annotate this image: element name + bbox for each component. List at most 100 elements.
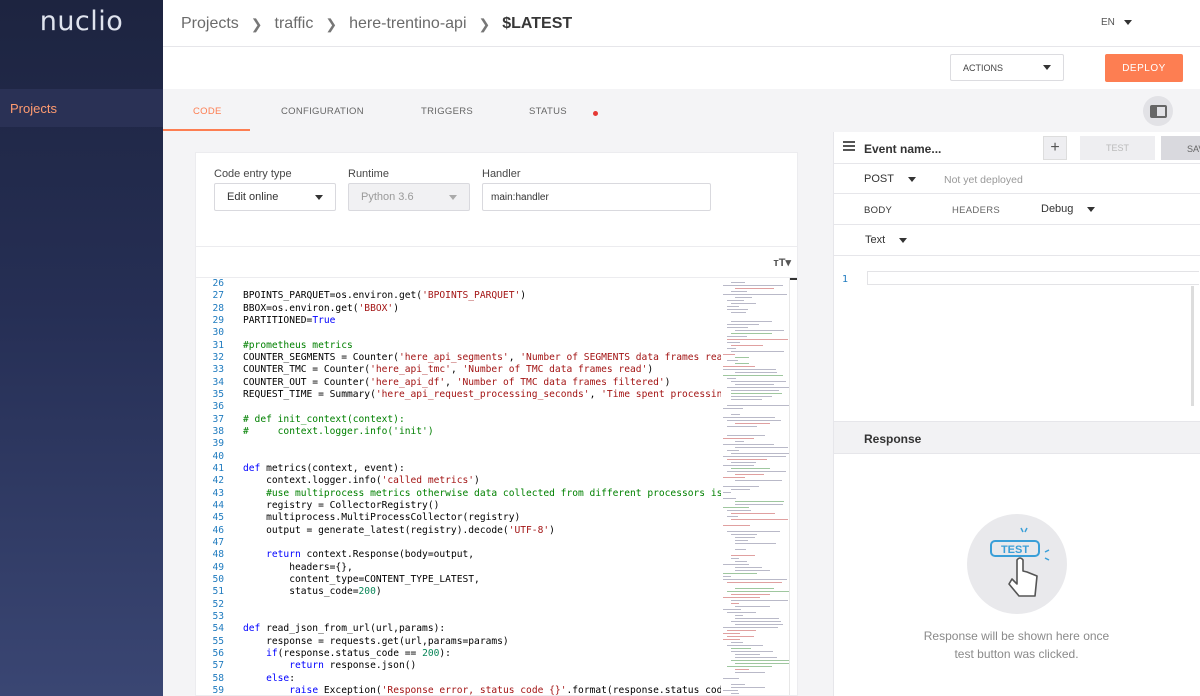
code-line[interactable]: 26 xyxy=(196,278,721,290)
minimap-line xyxy=(735,618,779,619)
tab-status[interactable]: STATUS xyxy=(529,106,567,117)
minimap-line xyxy=(735,606,770,607)
method-value: POST xyxy=(864,173,894,185)
actions-dropdown[interactable]: ACTIONS xyxy=(950,54,1064,81)
code-line[interactable]: 42 context.logger.info('called metrics') xyxy=(196,475,721,487)
add-event-button[interactable]: + xyxy=(1043,136,1067,160)
code-line[interactable]: 48 return context.Response(body=output, xyxy=(196,549,721,561)
content-type-row: Text xyxy=(834,225,1200,256)
code-line[interactable]: 46 output = generate_latest(registry).de… xyxy=(196,525,721,537)
code-line[interactable]: 41 def metrics(context, event): xyxy=(196,463,721,475)
code-token: PARTITIONED= xyxy=(243,314,313,326)
tab-triggers[interactable]: TRIGGERS xyxy=(421,106,473,117)
handler-input[interactable]: main:handler xyxy=(482,183,711,211)
body-scrollbar[interactable] xyxy=(1191,286,1194,406)
tab-configuration[interactable]: CONFIGURATION xyxy=(281,106,364,117)
code-line[interactable]: 56 if(response.status_code == 200): xyxy=(196,648,721,660)
text-size-icon[interactable]: ᴛT▾ xyxy=(773,256,791,269)
minimap-line xyxy=(723,573,757,574)
sidebar-item-projects[interactable]: Projects xyxy=(0,89,163,127)
code-line[interactable]: 38 # context.logger.info('init') xyxy=(196,426,721,438)
code-line[interactable]: 36 xyxy=(196,401,721,413)
minimap-line xyxy=(731,489,750,490)
code-line[interactable]: 54 def read_json_from_url(url,params): xyxy=(196,623,721,635)
code-line[interactable]: 40 xyxy=(196,451,721,463)
scrollbar-thumb[interactable] xyxy=(790,278,797,280)
logo[interactable]: nuclio xyxy=(0,0,163,89)
code-line[interactable]: 31 #prometheus metrics xyxy=(196,340,721,352)
test-button[interactable]: TEST xyxy=(1080,136,1155,160)
line-number: 54 xyxy=(212,623,224,635)
code-line[interactable]: 37 # def init_context(context): xyxy=(196,414,721,426)
code-token: content_type=CONTENT_TYPE_LATEST, xyxy=(243,573,480,585)
hamburger-icon[interactable] xyxy=(843,141,855,153)
breadcrumb-version[interactable]: $LATEST xyxy=(502,15,572,33)
code-line[interactable]: 29 PARTITIONED=True xyxy=(196,315,721,327)
event-name-input[interactable]: Event name... xyxy=(864,142,941,156)
code-line[interactable]: 59 raise Exception('Response error, stat… xyxy=(196,684,722,696)
code-line[interactable]: 51 status_code=200) xyxy=(196,586,721,598)
breadcrumb-function[interactable]: here-trentino-api xyxy=(349,15,466,33)
minimap-line xyxy=(731,684,745,685)
minimap-line xyxy=(731,534,757,535)
content-type-select[interactable]: Text xyxy=(865,234,908,246)
save-button[interactable]: SAVE xyxy=(1161,136,1200,160)
tab-body[interactable]: BODY xyxy=(864,205,892,216)
toggle-test-panel-button[interactable] xyxy=(1143,96,1173,126)
log-level-select[interactable]: Debug xyxy=(1041,203,1096,215)
code-token: Exception( xyxy=(318,684,382,696)
code-line[interactable]: 28 BBOX=os.environ.get('BBOX') xyxy=(196,303,721,315)
minimap-line xyxy=(727,420,781,421)
code-line[interactable]: 52 xyxy=(196,599,721,611)
code-line[interactable]: 43 #use multiprocess metrics otherwise d… xyxy=(196,488,721,500)
code-line[interactable]: 30 xyxy=(196,327,721,339)
request-body-editor[interactable]: 1 xyxy=(834,256,1200,421)
request-body-input[interactable] xyxy=(867,271,1199,285)
line-number: 55 xyxy=(212,635,224,647)
method-select[interactable]: POST xyxy=(864,173,916,185)
tab-headers[interactable]: HEADERS xyxy=(952,205,1000,216)
minimap-line xyxy=(723,477,745,478)
code-line[interactable]: 34 COUNTER_OUT = Counter('here_api_df', '… xyxy=(196,377,721,389)
breadcrumb-project[interactable]: traffic xyxy=(275,15,314,33)
minimap-line xyxy=(727,450,739,451)
code-token: # context.logger.info('init') xyxy=(243,425,434,437)
caret-down-icon xyxy=(449,194,457,200)
code-line[interactable]: 39 xyxy=(196,438,721,450)
code-line[interactable]: 47 xyxy=(196,537,721,549)
minimap-line xyxy=(731,558,739,559)
tab-code[interactable]: CODE xyxy=(193,106,222,117)
code-line[interactable]: 44 registry = CollectorRegistry() xyxy=(196,500,721,512)
code-entry-type-select[interactable]: Edit online xyxy=(214,183,336,211)
editor-scrollbar[interactable] xyxy=(789,278,797,695)
code-token: , xyxy=(508,351,521,363)
deploy-button[interactable]: DEPLOY xyxy=(1105,54,1183,82)
line-content: REQUEST_TIME = Summary('here_api_request… xyxy=(224,389,721,401)
code-line[interactable]: 57 return response.json() xyxy=(196,660,721,672)
code-token: 'UTF-8' xyxy=(508,524,550,536)
breadcrumb-projects[interactable]: Projects xyxy=(181,15,239,33)
minimap-line xyxy=(723,639,740,640)
code-line[interactable]: 58 else: xyxy=(196,673,721,685)
code-line[interactable]: 50 content_type=CONTENT_TYPE_LATEST, xyxy=(196,574,721,586)
line-content: else: xyxy=(224,673,295,685)
code-line[interactable]: 55 response = requests.get(url,params=pa… xyxy=(196,636,721,648)
code-line[interactable]: 27 BPOINTS_PARQUET=os.environ.get('BPOINT… xyxy=(196,290,721,302)
editor-minimap[interactable] xyxy=(721,278,789,695)
code-line[interactable]: 33 COUNTER_TMC = Counter('here_api_tmc', … xyxy=(196,364,721,376)
code-line[interactable]: 53 xyxy=(196,611,721,623)
code-token: , xyxy=(445,376,457,388)
code-line[interactable]: 35 REQUEST_TIME = Summary('here_api_reque… xyxy=(196,389,721,401)
minimap-line xyxy=(727,327,748,328)
code-area[interactable]: 26 27 BPOINTS_PARQUET=os.environ.get('BPOI… xyxy=(196,278,722,696)
code-token: .format(response.status_code)) xyxy=(566,684,722,696)
code-line[interactable]: 45 multiprocess.MultiProcessCollector(re… xyxy=(196,512,721,524)
code-token: return xyxy=(289,660,324,672)
line-number: 26 xyxy=(212,278,224,289)
minimap-line xyxy=(727,339,788,340)
breadcrumb: Projects ❯ traffic ❯ here-trentino-api ❯… xyxy=(181,15,572,33)
code-line[interactable]: 32 COUNTER_SEGMENTS = Counter('here_api_s… xyxy=(196,352,721,364)
language-selector[interactable]: EN xyxy=(1101,17,1132,28)
code-line[interactable]: 49 headers={}, xyxy=(196,562,721,574)
minimap-line xyxy=(727,360,738,361)
